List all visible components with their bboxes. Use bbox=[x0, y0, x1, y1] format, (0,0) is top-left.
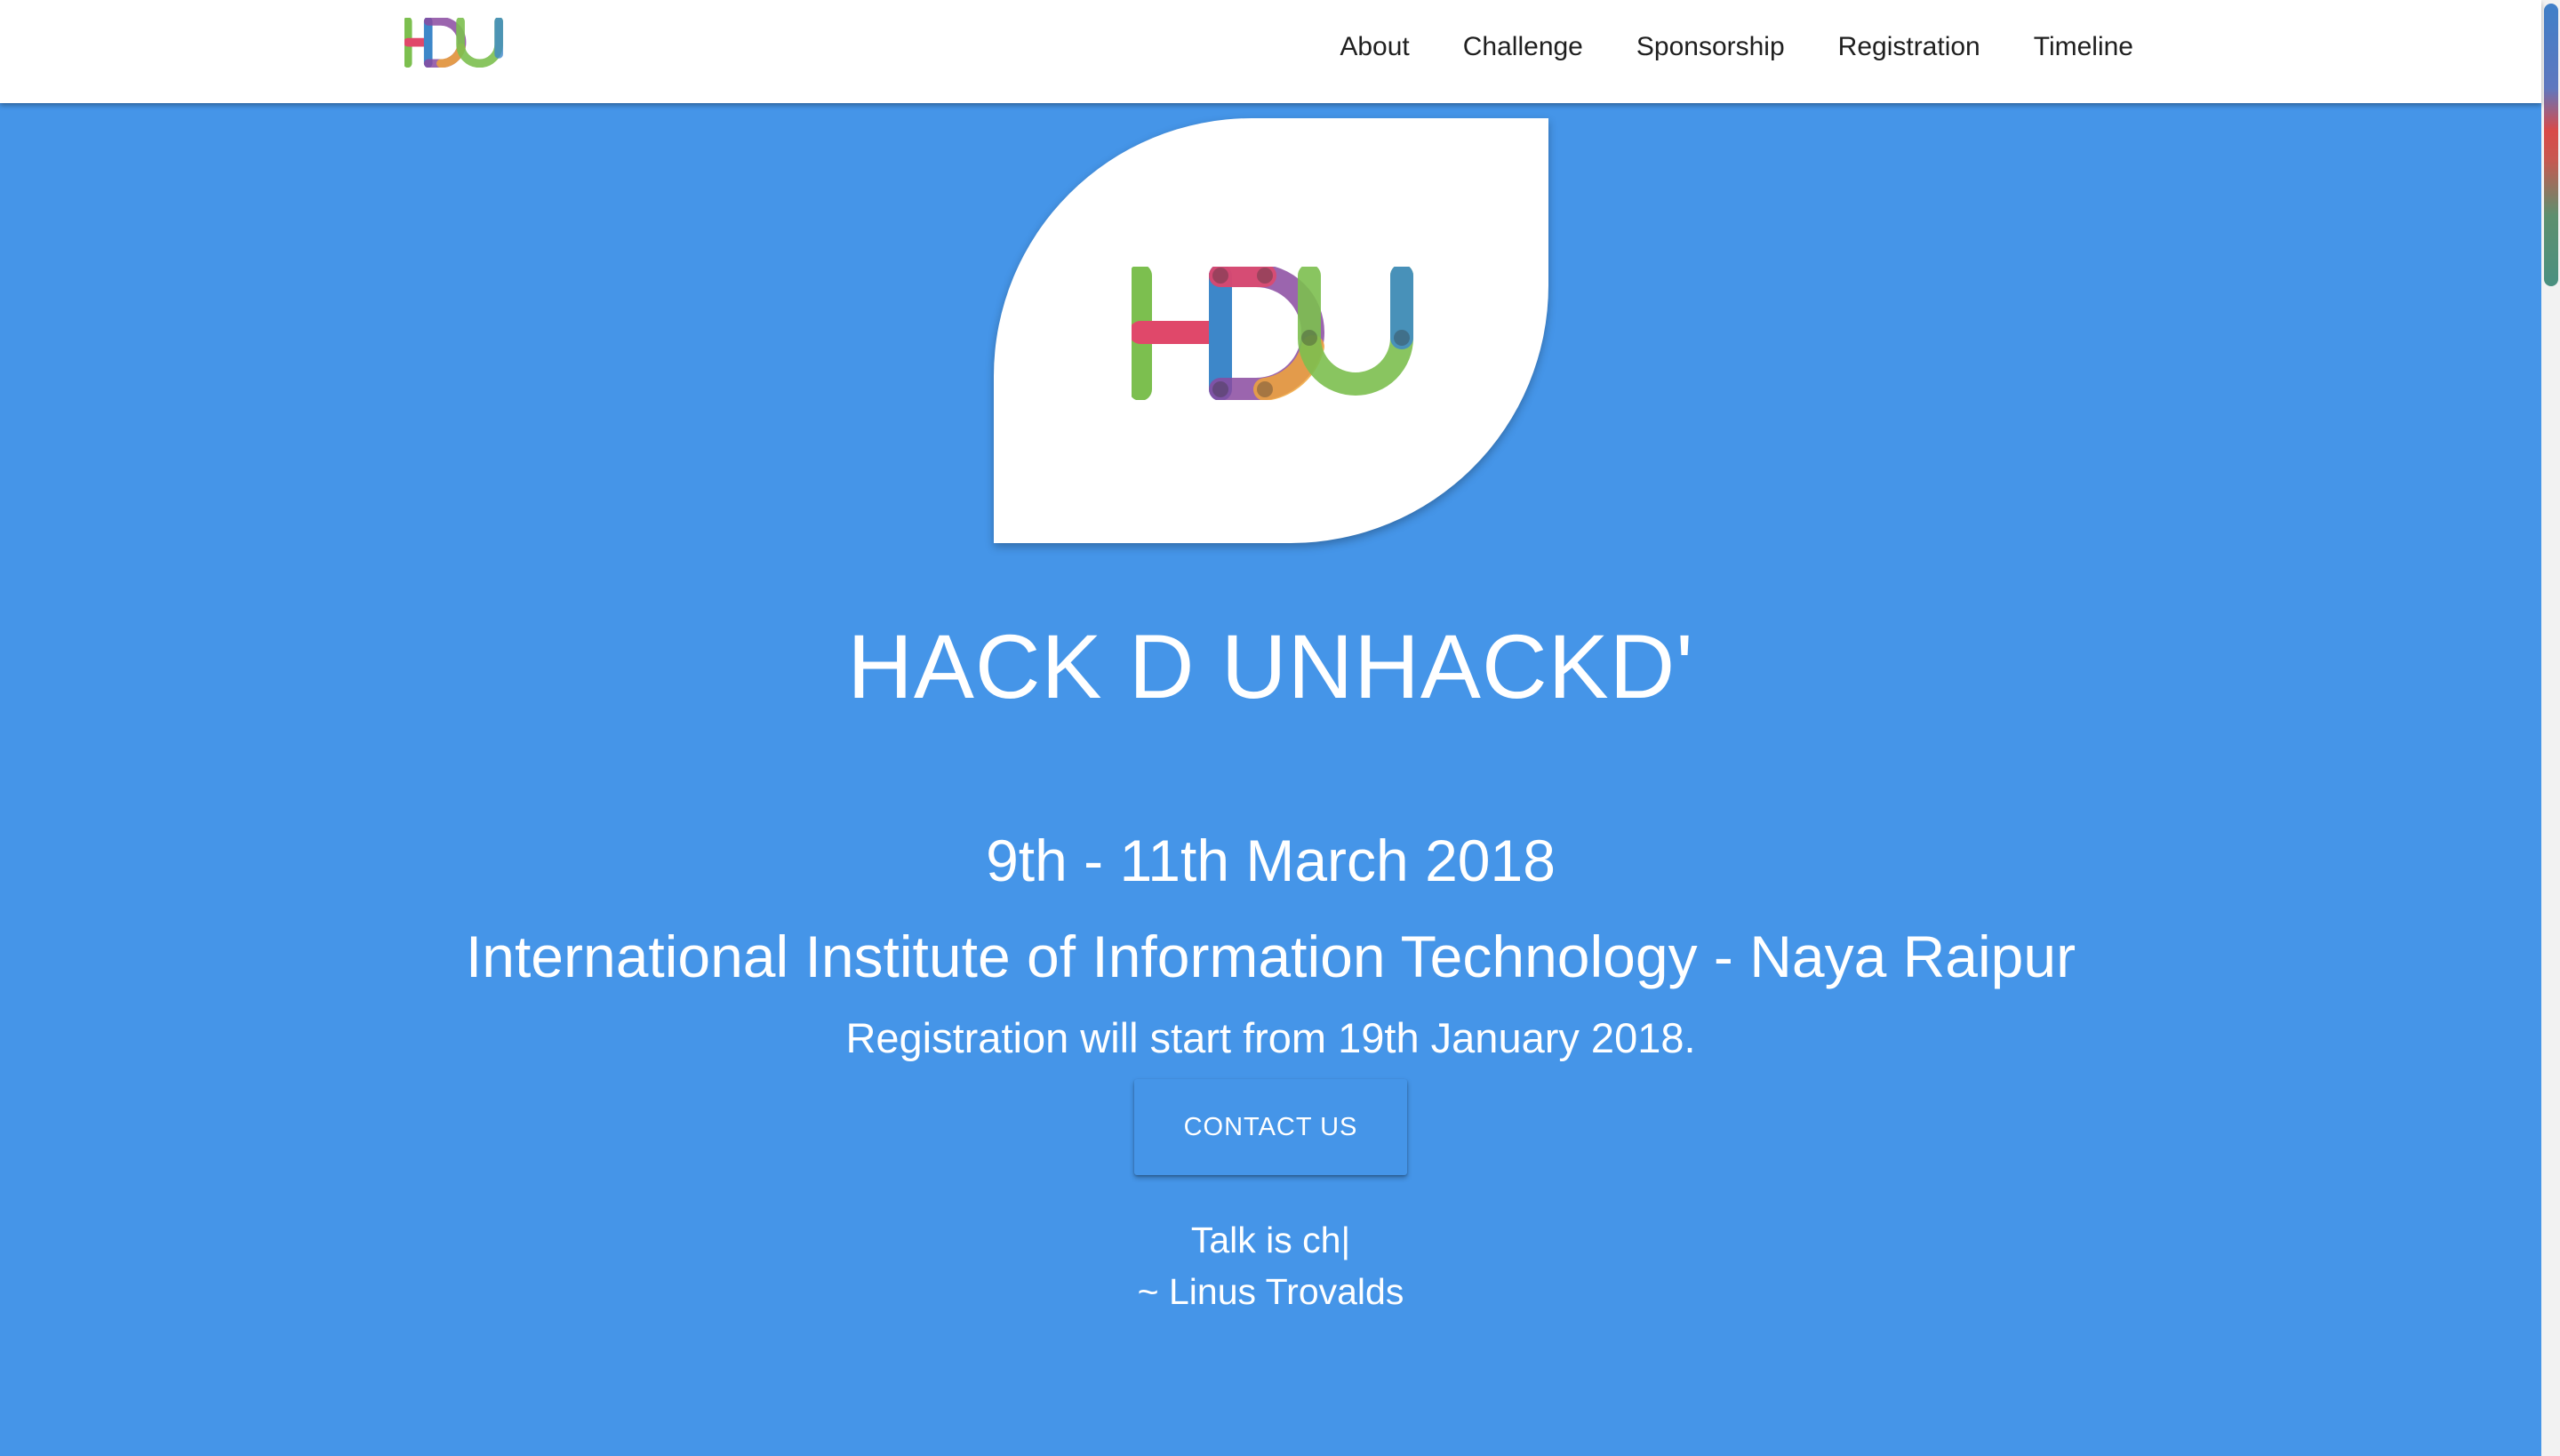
nav-links: About Challenge Sponsorship Registration… bbox=[1286, 0, 2133, 94]
nav-link-about[interactable]: About bbox=[1340, 32, 1409, 62]
navbar: About Challenge Sponsorship Registration… bbox=[0, 0, 2541, 103]
registration-note: Registration will start from 19th Januar… bbox=[845, 1014, 1696, 1061]
quote-author: ~ Linus Trovalds bbox=[1137, 1271, 1404, 1312]
event-venue: International Institute of Information T… bbox=[465, 924, 2076, 989]
nav-link-registration[interactable]: Registration bbox=[1838, 32, 1980, 62]
event-dates: 9th - 11th March 2018 bbox=[986, 828, 1556, 893]
page-scrollbar[interactable] bbox=[2541, 0, 2560, 1456]
hdu-logo-icon[interactable] bbox=[404, 18, 509, 68]
scrollbar-thumb[interactable] bbox=[2544, 4, 2558, 286]
quote-text: Talk is ch| bbox=[1190, 1220, 1351, 1260]
nav-link-timeline[interactable]: Timeline bbox=[2034, 32, 2133, 62]
event-title: HACK D UNHACKD' bbox=[847, 616, 1694, 717]
nav-link-challenge[interactable]: Challenge bbox=[1463, 32, 1583, 62]
nav-link-sponsorship[interactable]: Sponsorship bbox=[1636, 32, 1785, 62]
contact-us-button[interactable]: CONTACT US bbox=[1134, 1079, 1407, 1175]
hdu-hero-logo-icon bbox=[1132, 267, 1413, 400]
